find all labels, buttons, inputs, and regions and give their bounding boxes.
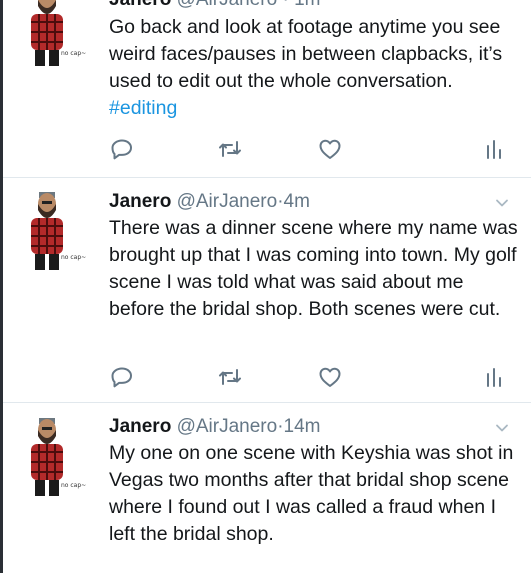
author-handle[interactable]: @AirJanero (177, 416, 278, 437)
tweet-header: Janero @AirJanero · 1m (109, 0, 321, 12)
author-name[interactable]: Janero (109, 191, 171, 212)
like-icon (319, 367, 341, 387)
tweet-2[interactable]: no cap~ Janero @AirJanero·4m There was a… (3, 178, 531, 403)
analytics-button[interactable] (481, 365, 507, 389)
tweet-1[interactable]: no cap~ Janero @AirJanero · 1m Go back a… (3, 0, 531, 178)
chevron-down-icon[interactable] (495, 196, 509, 210)
author-handle[interactable]: @AirJanero (177, 0, 278, 10)
tweet-header: Janero @AirJanero·4m (109, 190, 310, 214)
separator: · (282, 0, 288, 10)
tweet-body: Go back and look at footage anytime you … (109, 16, 503, 92)
retweet-button[interactable] (217, 137, 243, 161)
like-button[interactable] (317, 365, 343, 389)
timestamp[interactable]: 14m (284, 416, 321, 437)
avatar-caption: no cap~ (61, 50, 87, 57)
timestamp[interactable]: 4m (284, 191, 310, 212)
analytics-icon (487, 368, 501, 387)
analytics-icon (487, 140, 501, 159)
hashtag-link[interactable]: #editing (109, 97, 177, 119)
tweet-text: My one on one scene with Keyshia was sho… (109, 440, 519, 548)
tweet-text: There was a dinner scene where my name w… (109, 215, 519, 323)
author-name[interactable]: Janero (109, 0, 171, 10)
author-handle[interactable]: @AirJanero (177, 191, 278, 212)
analytics-button[interactable] (481, 137, 507, 161)
tweet-body: My one on one scene with Keyshia was sho… (109, 442, 514, 545)
avatar-caption: no cap~ (61, 482, 87, 489)
timestamp[interactable]: 1m (294, 0, 320, 10)
tweet-body: There was a dinner scene where my name w… (109, 217, 518, 320)
chevron-down-icon[interactable] (495, 421, 509, 435)
tweet-text: Go back and look at footage anytime you … (109, 14, 519, 122)
avatar-caption: no cap~ (61, 254, 87, 261)
tweet-3[interactable]: no cap~ Janero @AirJanero·14m My one on … (3, 403, 531, 573)
like-button[interactable] (317, 137, 343, 161)
reply-button[interactable] (109, 137, 135, 161)
reply-icon (111, 139, 132, 160)
retweet-button[interactable] (217, 365, 243, 389)
retweet-icon (219, 141, 241, 157)
author-name[interactable]: Janero (109, 416, 171, 437)
reply-icon (111, 367, 132, 388)
retweet-icon (219, 369, 241, 385)
tweet-actions (109, 137, 509, 161)
tweet-header: Janero @AirJanero·14m (109, 415, 321, 439)
reply-button[interactable] (109, 365, 135, 389)
tweet-actions (109, 365, 509, 389)
avatar[interactable] (25, 0, 67, 68)
like-icon (319, 139, 341, 159)
